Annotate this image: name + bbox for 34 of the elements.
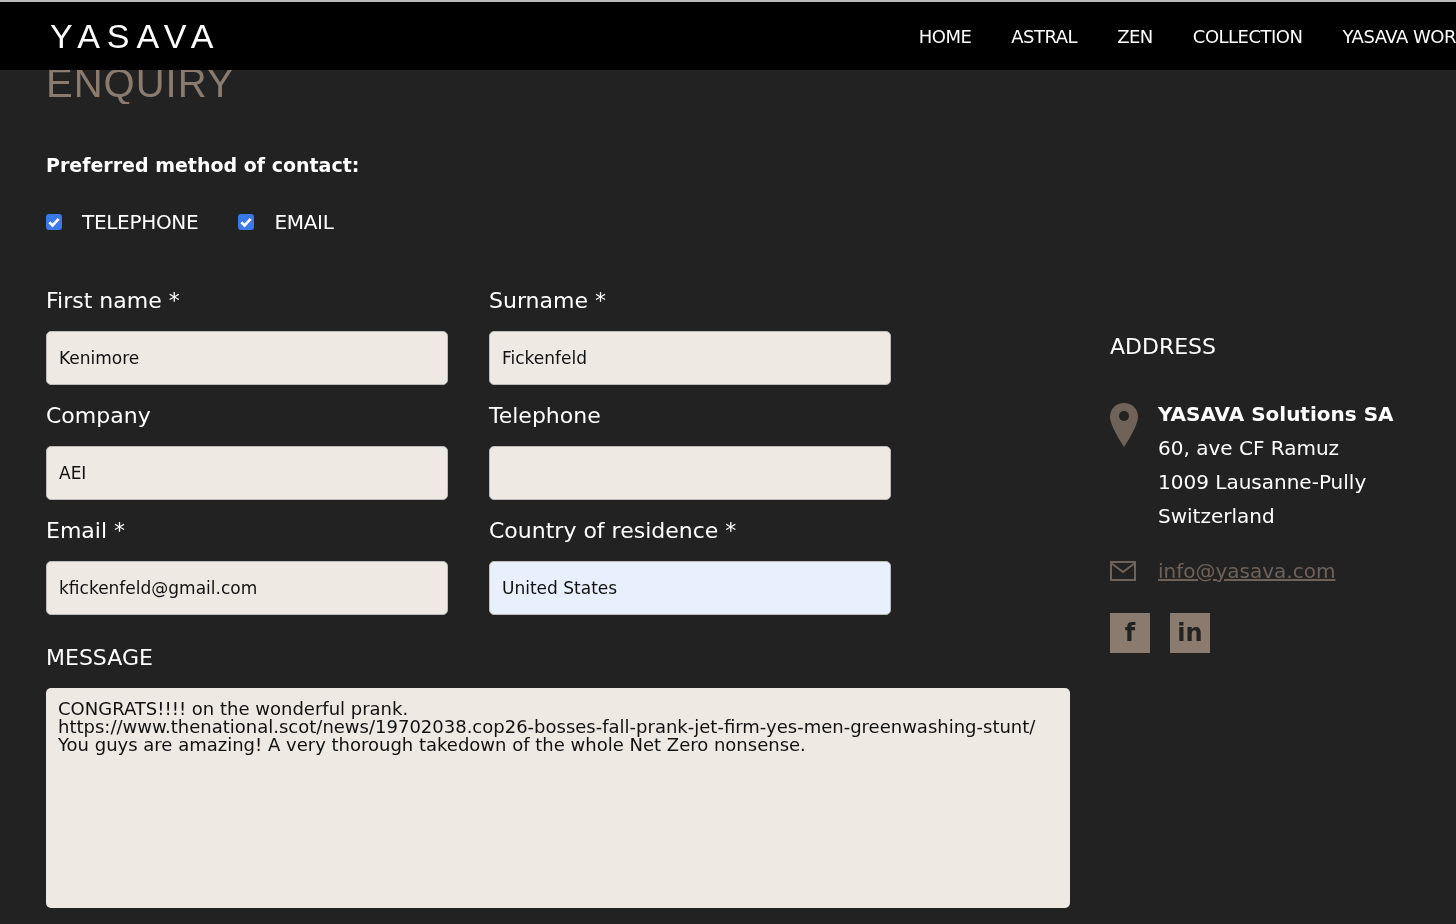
address-line: Switzerland xyxy=(1158,503,1276,530)
contact-prompt: Preferred method of contact: xyxy=(46,154,361,176)
field-label: First name * xyxy=(46,288,181,313)
field-label: Company xyxy=(46,403,152,428)
nav-link[interactable]: COLLECTION xyxy=(1192,25,1303,47)
section-title: ADDRESS xyxy=(1110,334,1218,359)
input-field[interactable]: AEI xyxy=(46,446,448,500)
social-button[interactable]: f xyxy=(1110,613,1150,653)
message-field[interactable]: CONGRATS!!!! on the wonderful prank. https://www.thenational.scot/news/19702038.cop26-bosses-fall-prank-jet-firm-yes-men-greenwashing-stunt/ You guys are amazing! A very thorough takedown of the whole Net Zero nonsense. xyxy=(46,688,1070,908)
field-label: Country of residence * xyxy=(489,518,738,543)
logo[interactable]: YASAVA xyxy=(50,16,221,56)
address-line: 1009 Lausanne-Pully xyxy=(1158,469,1368,496)
nav-link[interactable]: ZEN xyxy=(1117,25,1153,47)
nav-link[interactable]: YASAVA WOR xyxy=(1342,25,1456,47)
company-name: YASAVA Solutions SA xyxy=(1158,401,1394,428)
checkbox-label: EMAIL xyxy=(274,210,334,234)
input-field[interactable] xyxy=(489,446,891,500)
nav-link[interactable]: ASTRAL xyxy=(1011,25,1078,47)
location-pin-icon xyxy=(1110,403,1138,447)
field-label: Email * xyxy=(46,518,127,543)
envelope-icon xyxy=(1110,561,1136,581)
field-label: Telephone xyxy=(489,403,602,428)
nav-link[interactable]: HOME xyxy=(918,25,972,47)
social-button[interactable]: in xyxy=(1170,613,1210,653)
field-label: Surname * xyxy=(489,288,607,313)
input-field[interactable]: United States xyxy=(489,561,891,615)
checkbox[interactable] xyxy=(238,214,255,230)
checkbox[interactable] xyxy=(46,214,62,230)
input-field[interactable]: Kenimore xyxy=(46,331,448,385)
address-line: 60, ave CF Ramuz xyxy=(1158,435,1341,462)
input-field[interactable]: kfickenfeld@gmail.com xyxy=(46,561,448,615)
checkbox-label: TELEPHONE xyxy=(82,210,199,234)
field-label: MESSAGE xyxy=(46,645,154,670)
input-field[interactable]: Fickenfeld xyxy=(489,331,891,385)
